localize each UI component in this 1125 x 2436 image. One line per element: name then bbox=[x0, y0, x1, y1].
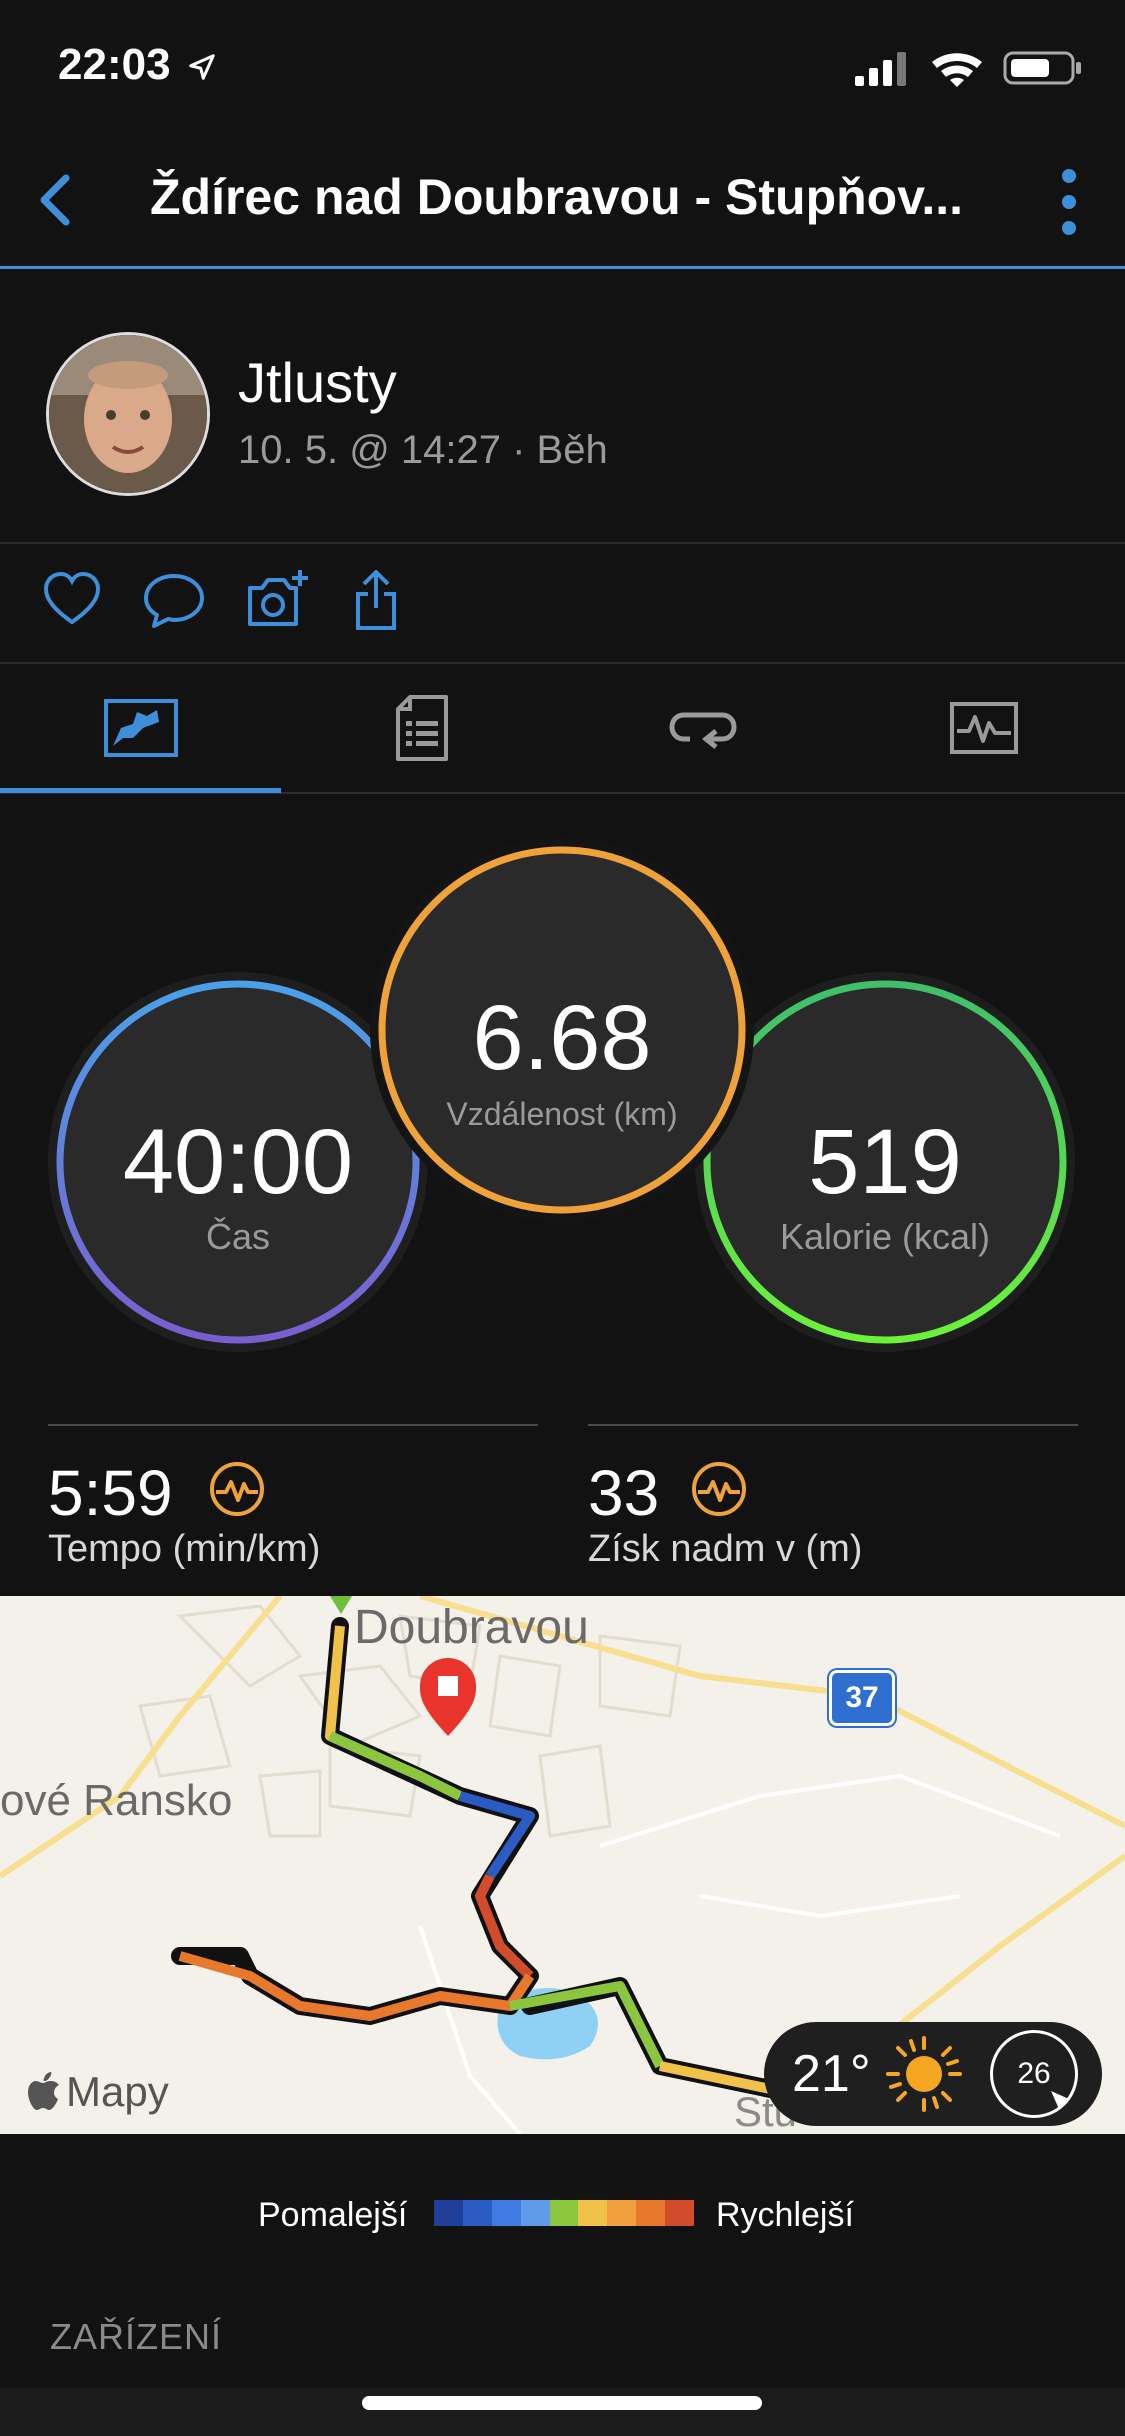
back-icon[interactable] bbox=[24, 168, 84, 232]
distance-value: 6.68 bbox=[472, 987, 652, 1089]
tab-stats[interactable] bbox=[281, 664, 562, 792]
add-photo-icon[interactable] bbox=[244, 568, 310, 632]
pace-label: Tempo (min/km) bbox=[48, 1528, 321, 1570]
weather-temperature: 21° bbox=[792, 2045, 871, 2103]
elevation-activity-icon bbox=[692, 1462, 746, 1516]
map-place-label: ové Ransko bbox=[0, 1776, 233, 1825]
active-tab-indicator bbox=[0, 788, 281, 793]
divider bbox=[588, 1424, 1078, 1426]
home-indicator bbox=[362, 2396, 762, 2410]
sun-icon bbox=[886, 2036, 962, 2112]
map-place-label: Doubravou bbox=[354, 1601, 589, 1654]
page-title: Ždírec nad Doubravou - Stupňov... bbox=[150, 169, 963, 225]
repeat-laps-icon bbox=[668, 712, 737, 749]
user-name[interactable]: Jtlusty bbox=[238, 350, 397, 415]
weather-widget[interactable]: 21° 26 bbox=[764, 2022, 1102, 2126]
legend-color-swatch bbox=[434, 2200, 463, 2226]
status-time: 22:03 bbox=[58, 40, 217, 90]
calories-stat: 519 Kalorie (kcal) bbox=[707, 984, 1063, 1340]
avatar-photo bbox=[49, 335, 207, 493]
battery-icon bbox=[1003, 51, 1081, 85]
wind-indicator: 26 bbox=[990, 2030, 1078, 2118]
legend-color-swatch bbox=[520, 2200, 550, 2226]
device-section-title: ZAŘÍZENÍ bbox=[50, 2316, 223, 2357]
wind-direction-icon bbox=[1051, 2091, 1069, 2109]
avatar[interactable] bbox=[46, 332, 210, 496]
calories-value: 519 bbox=[808, 1111, 962, 1213]
time-label: Čas bbox=[205, 1216, 271, 1257]
distance-stat: 6.68 Vzdálenost (km) bbox=[382, 850, 742, 1210]
pace-activity-icon bbox=[210, 1462, 264, 1516]
activity-date: 10. 5. @ 14:27 · Běh bbox=[238, 428, 608, 472]
legend-color-swatch bbox=[549, 2200, 579, 2226]
legend-slow-label: Pomalejší bbox=[258, 2196, 408, 2234]
pace-color-legend bbox=[434, 2200, 695, 2226]
tab-charts[interactable] bbox=[843, 664, 1124, 792]
distance-label: Vzdálenost (km) bbox=[446, 1096, 678, 1132]
divider bbox=[0, 542, 1125, 544]
overview-chart-icon bbox=[103, 699, 178, 757]
calories-label: Kalorie (kcal) bbox=[779, 1216, 991, 1257]
heart-rate-chart-icon bbox=[949, 702, 1018, 754]
legend-color-swatch bbox=[462, 2200, 492, 2226]
comment-icon[interactable] bbox=[142, 568, 206, 632]
share-icon[interactable] bbox=[354, 568, 398, 632]
legend-color-swatch bbox=[665, 2200, 695, 2226]
legend-fast-label: Rychlejší bbox=[716, 2196, 854, 2234]
tab-bar bbox=[0, 664, 1125, 794]
elevation-value: 33 bbox=[588, 1457, 660, 1529]
time-value: 40:00 bbox=[122, 1111, 354, 1213]
time-stat: 40:00 Čas bbox=[60, 984, 416, 1340]
apple-logo-icon bbox=[28, 2072, 59, 2110]
maps-brand: Mapy bbox=[28, 2068, 169, 2116]
divider bbox=[48, 1424, 538, 1426]
legend-color-swatch bbox=[578, 2200, 608, 2226]
like-heart-icon[interactable] bbox=[42, 568, 102, 632]
route-map[interactable]: Doubravou ové Ransko Stu 37 Mapy 21° 26 bbox=[0, 1596, 1125, 2134]
road-number-badge: 37 bbox=[829, 1670, 895, 1726]
pace-value: 5:59 bbox=[48, 1457, 173, 1529]
status-icons bbox=[855, 51, 1081, 87]
legend-color-swatch bbox=[636, 2200, 666, 2226]
cellular-signal-icon bbox=[855, 52, 906, 86]
legend-color-swatch bbox=[491, 2200, 521, 2226]
location-arrow-icon bbox=[189, 54, 215, 81]
more-options-icon[interactable] bbox=[1057, 166, 1081, 238]
wind-speed: 26 bbox=[1017, 2057, 1051, 2090]
wifi-icon bbox=[932, 53, 982, 87]
tab-laps[interactable] bbox=[562, 664, 843, 792]
legend-color-swatch bbox=[607, 2200, 637, 2226]
list-document-icon bbox=[395, 695, 448, 761]
tab-overview[interactable] bbox=[0, 664, 281, 792]
elevation-label: Získ nadm v (m) bbox=[588, 1528, 863, 1570]
